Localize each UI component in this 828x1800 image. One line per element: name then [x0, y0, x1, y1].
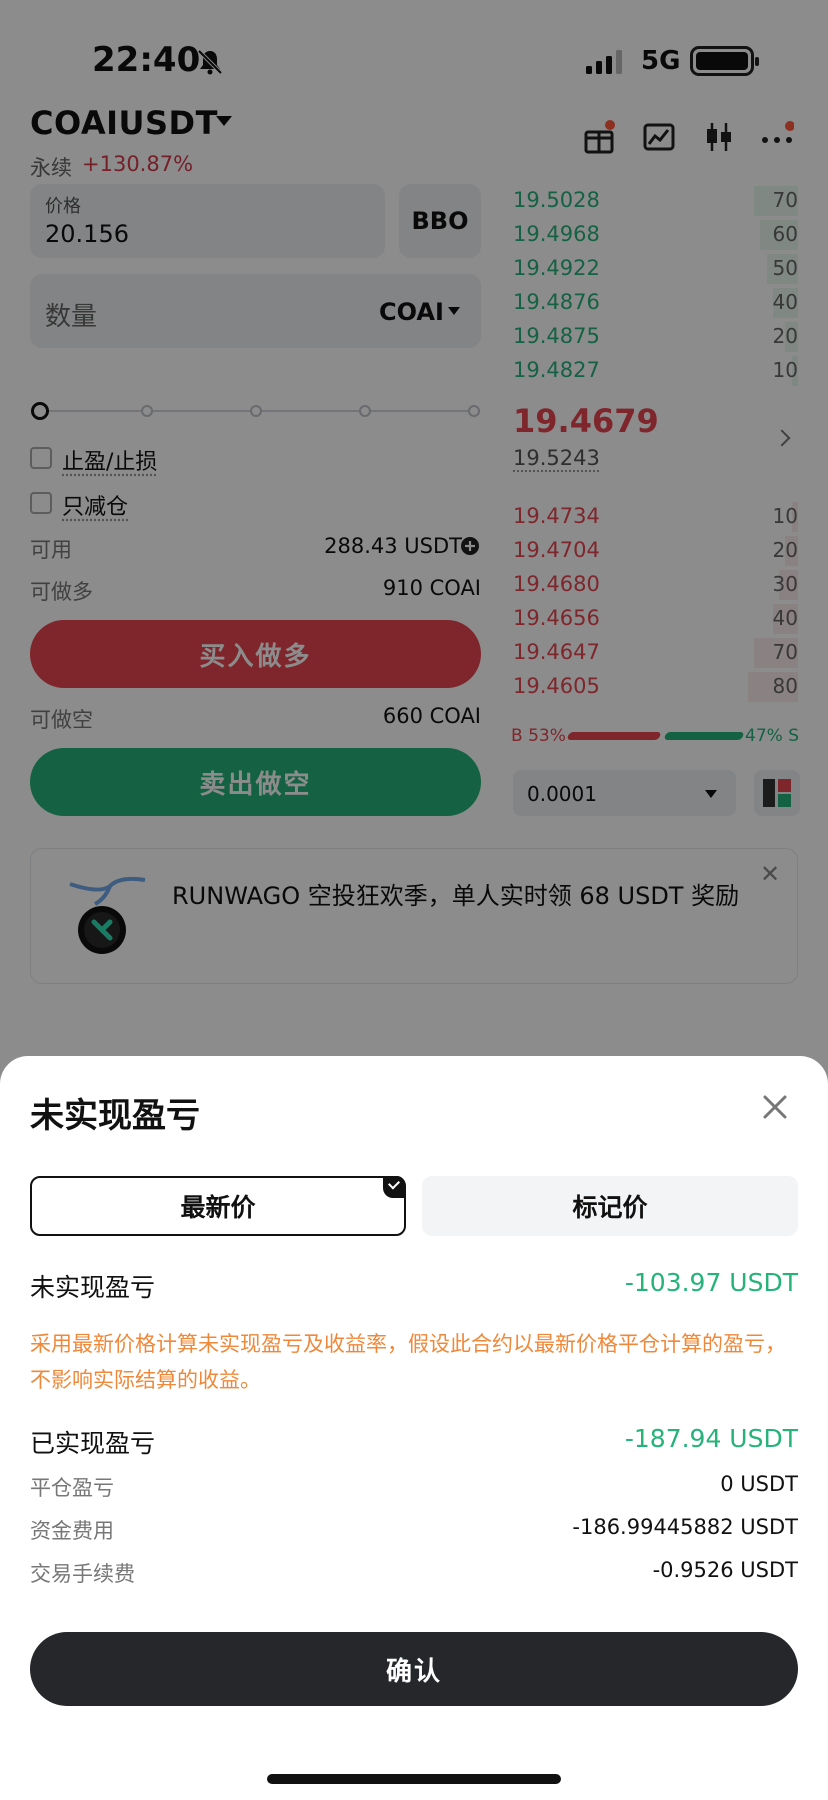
sheet-title: 未实现盈亏 [30, 1096, 200, 1136]
close-pnl-value: 0 USDT [720, 1472, 798, 1496]
tab-mark-price[interactable]: 标记价 [422, 1176, 798, 1236]
close-pnl-label: 平仓盈亏 [30, 1476, 114, 1500]
close-icon[interactable] [760, 1092, 790, 1122]
pnl-note: 采用最新价格计算未实现盈亏及收益率，假设此合约以最新价格平仓计算的盈亏，不影响实… [30, 1332, 786, 1392]
trading-fee-value: -0.9526 USDT [652, 1558, 798, 1582]
realized-pnl-label: 已实现盈亏 [30, 1429, 156, 1458]
unrealized-pnl-value: -103.97 USDT [624, 1268, 798, 1297]
check-icon [383, 1176, 405, 1198]
realized-pnl-value: -187.94 USDT [624, 1424, 798, 1453]
unrealized-pnl-label: 未实现盈亏 [30, 1273, 156, 1302]
home-indicator[interactable] [267, 1774, 561, 1784]
funding-fee-label: 资金费用 [30, 1519, 114, 1543]
trading-fee-label: 交易手续费 [30, 1562, 135, 1586]
tab-latest-price[interactable]: 最新价 [30, 1176, 406, 1236]
funding-fee-value: -186.99445882 USDT [572, 1515, 798, 1539]
confirm-button[interactable]: 确认 [30, 1632, 798, 1706]
